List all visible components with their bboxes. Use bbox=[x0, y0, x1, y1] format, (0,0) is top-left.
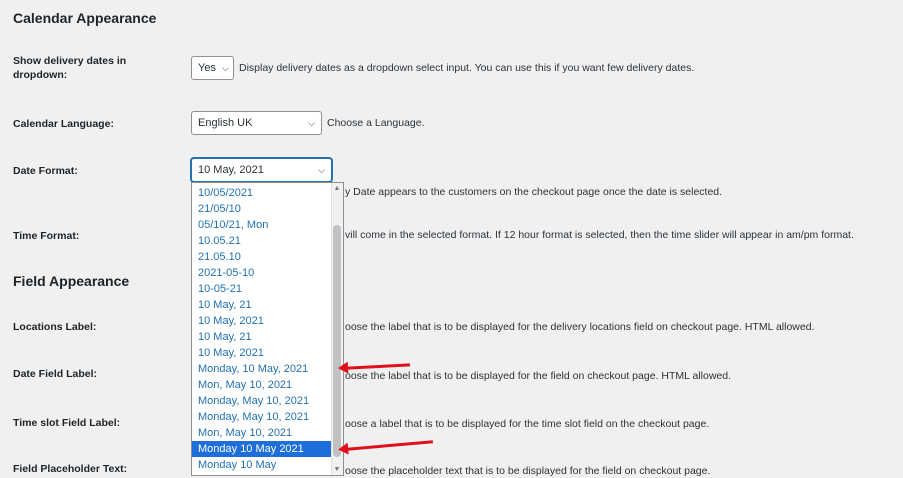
date-option[interactable]: 10 May, 2021 bbox=[192, 313, 343, 329]
time-format-desc: vill come in the selected format. If 12 … bbox=[345, 229, 854, 241]
calendar-language-select[interactable]: English UK ⌵ bbox=[191, 111, 322, 135]
red-arrow-annotation bbox=[347, 440, 433, 451]
time-slot-label: Time slot Field Label: bbox=[13, 417, 121, 429]
date-option[interactable]: 10.05.21 bbox=[192, 233, 343, 249]
date-option[interactable]: 10 May, 21 bbox=[192, 329, 343, 345]
date-option[interactable]: 10/05/2021 bbox=[192, 185, 343, 201]
date-option[interactable]: Mon, May 10, 2021 bbox=[192, 425, 343, 441]
options-container: 10/05/2021 21/05/10 05/10/21, Mon 10.05.… bbox=[192, 183, 343, 473]
section-title-field: Field Appearance bbox=[13, 273, 130, 289]
locations-label: Locations Label: bbox=[13, 321, 97, 333]
scroll-up-icon[interactable]: ▲ bbox=[333, 185, 341, 192]
section-title-calendar: Calendar Appearance bbox=[13, 10, 157, 26]
date-format-label: Date Format: bbox=[13, 165, 78, 177]
calendar-language-desc: Choose a Language. bbox=[327, 117, 425, 129]
date-option[interactable]: 05/10/21, Mon bbox=[192, 217, 343, 233]
date-field-label: Date Field Label: bbox=[13, 368, 98, 380]
date-option[interactable]: Monday, 10 May, 2021 bbox=[192, 361, 343, 377]
date-option[interactable]: Mon, May 10, 2021 bbox=[192, 377, 343, 393]
show-dropdown-select[interactable]: Yes ⌵ bbox=[191, 56, 234, 80]
date-option[interactable]: 2021-05-10 bbox=[192, 265, 343, 281]
date-option[interactable]: 21/05/10 bbox=[192, 201, 343, 217]
options-scrollbar[interactable]: ▲ ▼ bbox=[331, 183, 343, 475]
placeholder-text-label: Field Placeholder Text: bbox=[13, 463, 128, 475]
date-option[interactable]: Monday 10 May 2021 bbox=[192, 441, 343, 457]
scroll-down-icon[interactable]: ▼ bbox=[333, 466, 341, 473]
show-dropdown-desc: Display delivery dates as a dropdown sel… bbox=[239, 62, 695, 74]
show-dropdown-value: Yes bbox=[198, 62, 216, 74]
locations-desc: oose the label that is to be displayed f… bbox=[345, 321, 815, 333]
red-arrow-annotation bbox=[346, 363, 411, 370]
placeholder-text-desc: oose the placeholder text that is to be … bbox=[345, 465, 711, 477]
date-option[interactable]: 10 May, 2021 bbox=[192, 345, 343, 361]
calendar-language-label: Calendar Language: bbox=[13, 118, 114, 130]
date-option[interactable]: Monday, May 10, 2021 bbox=[192, 393, 343, 409]
chevron-down-icon: ⌵ bbox=[308, 117, 315, 128]
show-dropdown-label: Show delivery dates in dropdown: bbox=[13, 55, 127, 81]
time-format-label: Time Format: bbox=[13, 230, 80, 242]
date-option[interactable]: Monday, May 10, 2021 bbox=[192, 409, 343, 425]
date-format-options-list[interactable]: 10/05/2021 21/05/10 05/10/21, Mon 10.05.… bbox=[191, 182, 344, 476]
scrollbar-thumb[interactable] bbox=[333, 225, 341, 457]
date-option[interactable]: 10 May, 21 bbox=[192, 297, 343, 313]
date-option[interactable]: 10-05-21 bbox=[192, 281, 343, 297]
chevron-down-icon: ⌵ bbox=[318, 164, 325, 175]
calendar-language-value: English UK bbox=[198, 117, 253, 129]
date-format-select[interactable]: 10 May, 2021 ⌵ bbox=[191, 158, 332, 182]
date-option[interactable]: 21.05.10 bbox=[192, 249, 343, 265]
date-field-desc: oose the label that is to be displayed f… bbox=[345, 370, 732, 382]
date-format-value: 10 May, 2021 bbox=[198, 164, 264, 176]
chevron-down-icon: ⌵ bbox=[221, 62, 229, 73]
time-slot-desc: oose a label that is to be displayed for… bbox=[345, 418, 710, 430]
date-format-desc: y Date appears to the customers on the c… bbox=[345, 186, 723, 198]
date-option[interactable]: Monday 10 May bbox=[192, 457, 343, 473]
